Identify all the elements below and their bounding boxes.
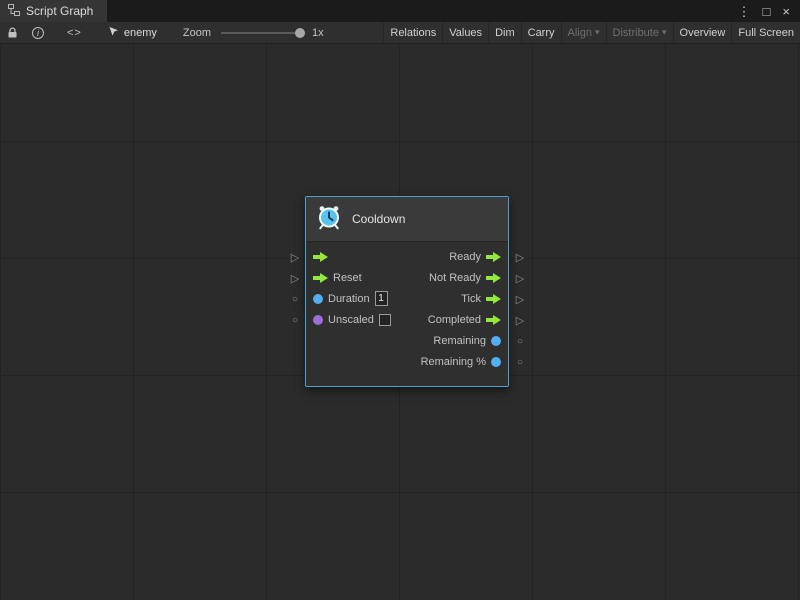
port-row: Remaining xyxy=(306,330,508,351)
port-output-ready[interactable]: Ready xyxy=(449,251,501,263)
zoom-slider[interactable] xyxy=(221,27,305,39)
full-screen-button[interactable]: Full Screen xyxy=(731,22,800,43)
graph-canvas[interactable]: Cooldown Ready xyxy=(0,44,800,600)
bool-dot-icon xyxy=(313,315,323,325)
flow-port-outline-icon[interactable]: ▷ xyxy=(513,310,527,331)
carry-button[interactable]: Carry xyxy=(521,22,561,43)
port-row: Duration 1 Tick xyxy=(306,288,508,309)
port-row: Reset Not Ready xyxy=(306,267,508,288)
menu-icon[interactable]: ⋮ xyxy=(738,5,751,18)
flow-arrow-icon xyxy=(486,315,501,325)
distribute-button[interactable]: Distribute▾ xyxy=(606,22,673,43)
zoom-slider-handle[interactable] xyxy=(295,28,305,38)
flow-arrow-icon xyxy=(313,252,328,262)
node-header[interactable]: Cooldown xyxy=(306,197,508,242)
chevron-down-icon: ▾ xyxy=(595,27,600,38)
port-output-tick[interactable]: Tick xyxy=(461,293,501,305)
node-body: Ready Reset Not Ready xyxy=(306,242,508,386)
port-output-not-ready[interactable]: Not Ready xyxy=(429,272,501,284)
titlebar: Script Graph ⋮ □ × xyxy=(0,0,800,22)
pointer-icon xyxy=(108,26,119,40)
graph-breadcrumb[interactable]: enemy xyxy=(108,26,157,40)
node-title: Cooldown xyxy=(352,212,405,226)
info-icon[interactable]: i xyxy=(25,22,51,43)
relations-button[interactable]: Relations xyxy=(383,22,442,43)
duration-value-field[interactable]: 1 xyxy=(375,291,388,306)
outer-ports-left: ▷ ▷ ○ ○ xyxy=(288,247,302,331)
port-row: Ready xyxy=(306,246,508,267)
toolbar-buttons: Relations Values Dim Carry Align▾ Distri… xyxy=(383,22,800,43)
zoom-slider-track xyxy=(221,32,305,34)
cooldown-node[interactable]: Cooldown Ready xyxy=(305,196,509,387)
value-port-outline-icon[interactable]: ○ xyxy=(513,331,527,352)
float-dot-icon xyxy=(313,294,323,304)
flow-port-outline-icon[interactable]: ▷ xyxy=(513,268,527,289)
graph-name: enemy xyxy=(124,27,157,39)
unscaled-checkbox[interactable] xyxy=(379,314,391,326)
port-output-completed[interactable]: Completed xyxy=(428,314,501,326)
value-port-outline-icon[interactable]: ○ xyxy=(513,352,527,373)
flow-arrow-icon xyxy=(486,273,501,283)
port-row: Remaining % xyxy=(306,351,508,372)
maximize-icon[interactable]: □ xyxy=(763,5,771,18)
port-input-enter[interactable] xyxy=(313,252,328,262)
flow-port-outline-icon[interactable]: ▷ xyxy=(513,247,527,268)
zoom-label: Zoom xyxy=(183,27,211,39)
script-graph-icon xyxy=(8,4,20,19)
port-output-remaining-percent[interactable]: Remaining % xyxy=(421,356,501,368)
dim-button[interactable]: Dim xyxy=(488,22,521,43)
flow-arrow-icon xyxy=(486,294,501,304)
tab-label: Script Graph xyxy=(26,4,93,18)
zoom-value: 1x xyxy=(312,27,324,39)
chevron-down-icon: ▾ xyxy=(662,27,667,38)
overview-button[interactable]: Overview xyxy=(673,22,732,43)
tab-script-graph[interactable]: Script Graph xyxy=(0,0,107,22)
port-input-reset[interactable]: Reset xyxy=(313,272,362,284)
port-output-remaining[interactable]: Remaining xyxy=(433,335,501,347)
value-port-outline-icon[interactable]: ○ xyxy=(288,289,302,310)
port-input-duration[interactable]: Duration 1 xyxy=(313,291,388,306)
values-button[interactable]: Values xyxy=(442,22,488,43)
flow-arrow-icon xyxy=(486,252,501,262)
code-icon[interactable]: <> xyxy=(67,27,82,39)
lock-icon[interactable] xyxy=(0,22,25,43)
script-graph-window: Script Graph ⋮ □ × i <> enemy xyxy=(0,0,800,600)
align-button[interactable]: Align▾ xyxy=(561,22,606,43)
port-row: Unscaled Completed xyxy=(306,309,508,330)
flow-arrow-icon xyxy=(313,273,328,283)
port-input-unscaled[interactable]: Unscaled xyxy=(313,314,391,326)
window-controls: ⋮ □ × xyxy=(738,0,800,22)
value-port-outline-icon[interactable]: ○ xyxy=(288,310,302,331)
close-icon[interactable]: × xyxy=(782,5,790,18)
flow-port-outline-icon[interactable]: ▷ xyxy=(288,268,302,289)
float-dot-icon xyxy=(491,357,501,367)
alarm-clock-icon xyxy=(316,204,342,235)
flow-port-outline-icon[interactable]: ▷ xyxy=(513,289,527,310)
float-dot-icon xyxy=(491,336,501,346)
toolbar: i <> enemy Zoom 1x Relations Values Dim … xyxy=(0,22,800,44)
flow-port-outline-icon[interactable]: ▷ xyxy=(288,247,302,268)
outer-ports-right: ▷ ▷ ▷ ▷ ○ ○ xyxy=(513,247,527,373)
